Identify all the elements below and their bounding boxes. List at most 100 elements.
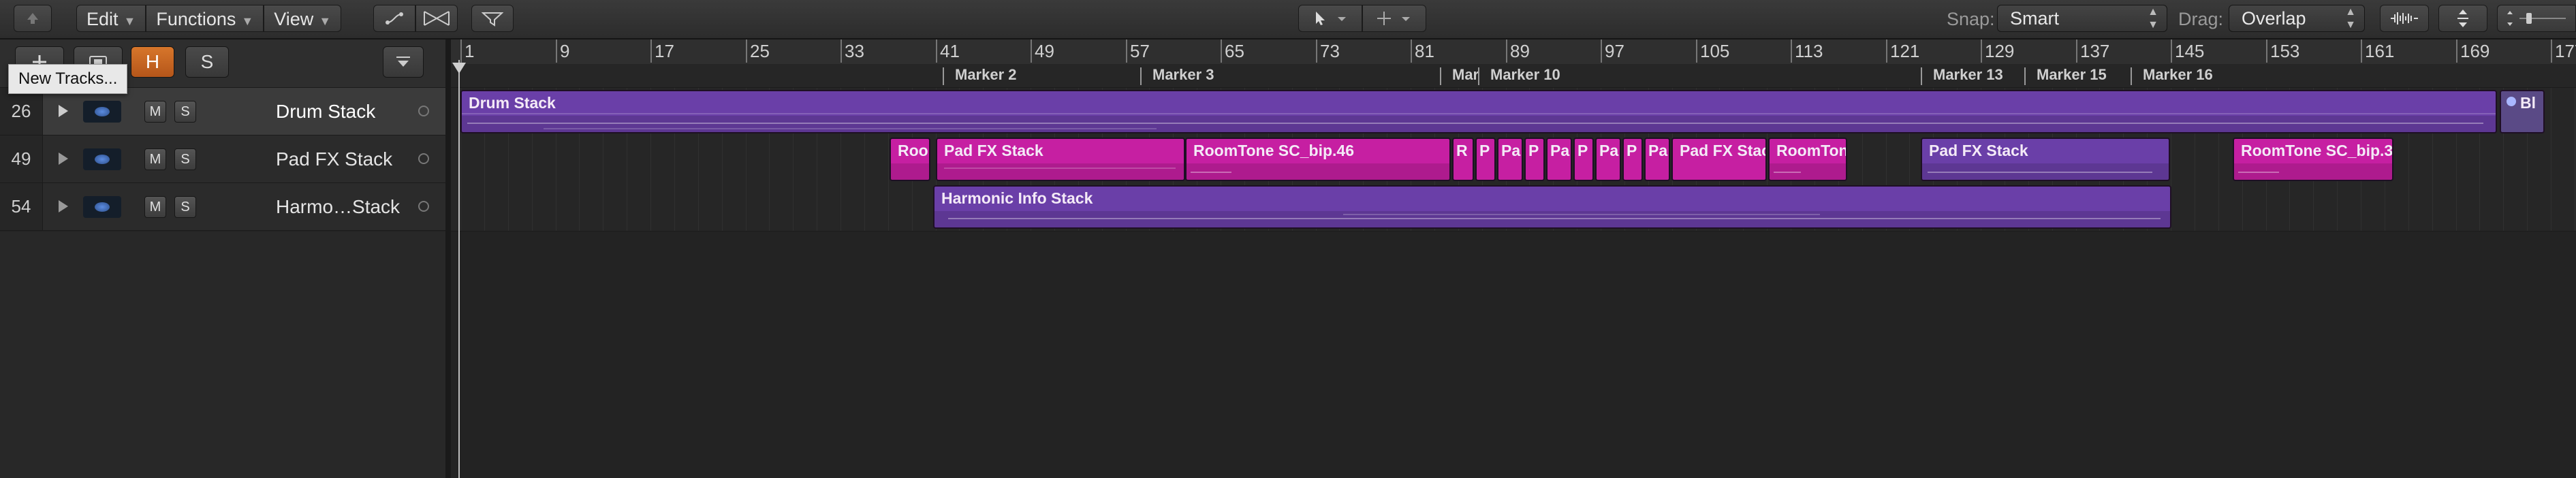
region-audio[interactable]: R xyxy=(1452,138,1474,181)
region-pad-fx-stack[interactable]: Pad FX Stac xyxy=(1671,138,1767,181)
header-divider[interactable] xyxy=(445,39,451,478)
snap-value: Smart xyxy=(2010,8,2060,29)
marker[interactable]: Marker 3 xyxy=(1140,66,1217,85)
automation-button[interactable] xyxy=(373,5,415,32)
automation-curve-icon xyxy=(374,5,415,31)
bar-number: 65 xyxy=(1225,41,1244,61)
bar-number: 105 xyxy=(1700,41,1730,61)
ruler-tick xyxy=(1601,39,1602,63)
pointer-icon xyxy=(1299,5,1362,31)
drag-label: Drag: xyxy=(2178,9,2224,29)
region-audio[interactable]: Pa xyxy=(1644,138,1670,181)
pointer-tool-button[interactable] xyxy=(1298,5,1362,32)
back-button[interactable] xyxy=(14,5,52,32)
view-menu[interactable]: View ▼ xyxy=(264,5,342,32)
flex-button[interactable] xyxy=(415,5,458,32)
region-roomtone[interactable]: RoomTone xyxy=(1768,138,1847,181)
ruler-tick xyxy=(2266,39,2267,63)
global-solo-button[interactable]: S xyxy=(185,46,229,78)
zoom-slider[interactable] xyxy=(2497,5,2576,32)
track-row-harmonic-stack[interactable]: 54 M S Harmo…Stack xyxy=(0,183,445,231)
region-name: Pa xyxy=(1648,142,1668,159)
record-enable-icon[interactable] xyxy=(418,201,429,212)
region-name: Pa xyxy=(1550,142,1570,159)
marker[interactable]: Marker 16 xyxy=(2131,66,2216,85)
edit-menu[interactable]: Edit ▼ xyxy=(76,5,146,32)
mute-button[interactable]: M xyxy=(144,101,166,123)
ruler-tick xyxy=(2076,39,2077,63)
marker[interactable]: Marker 13 xyxy=(1921,66,2006,85)
functions-menu[interactable]: Functions ▼ xyxy=(146,5,264,32)
region-audio[interactable]: Pa xyxy=(1497,138,1523,181)
playhead-triangle-icon[interactable] xyxy=(452,63,466,75)
region-audio[interactable]: P xyxy=(1475,138,1496,181)
bar-number: 113 xyxy=(1795,41,1823,61)
disclosure-triangle-icon[interactable] xyxy=(54,198,71,214)
bar-number: 121 xyxy=(1890,41,1920,61)
region-audio[interactable]: P xyxy=(1573,138,1594,181)
region-name: P xyxy=(1528,142,1539,159)
marquee-tool-button[interactable] xyxy=(1362,5,1426,32)
marker[interactable]: Marker 15 xyxy=(2024,66,2109,85)
ruler-tick xyxy=(2456,39,2457,63)
vertical-zoom-button[interactable] xyxy=(2438,5,2487,32)
record-enable-icon[interactable] xyxy=(418,153,429,164)
region-name: Pad FX Stac xyxy=(1680,142,1767,159)
track-type-icon xyxy=(83,101,121,123)
region-roomtone[interactable]: RoomTone SC_bip.46 xyxy=(1185,138,1451,181)
drag-dropdown[interactable]: Overlap ▲ ▼ xyxy=(2229,5,2365,32)
ruler-tick xyxy=(1886,39,1887,63)
region-audio[interactable]: Pa xyxy=(1546,138,1572,181)
up-arrow-icon xyxy=(14,5,51,31)
region-audio[interactable]: P xyxy=(1524,138,1545,181)
stepper-arrows-icon: ▲ ▼ xyxy=(2345,6,2356,31)
track-options-button[interactable] xyxy=(383,46,424,78)
vertical-zoom-icon xyxy=(2439,5,2487,31)
marker[interactable]: Marker 10 xyxy=(1478,66,1563,85)
playhead[interactable] xyxy=(458,60,460,478)
mute-button[interactable]: M xyxy=(144,148,166,170)
region-pad-fx-stack[interactable]: Pad FX Stack xyxy=(936,138,1185,181)
region-pad-fx-stack[interactable]: Pad FX Stack xyxy=(1921,138,2170,181)
region-audio[interactable]: Pa xyxy=(1595,138,1621,181)
track-name[interactable]: Harmo…Stack xyxy=(276,183,400,231)
region-drum-stack-end[interactable]: Bl xyxy=(2500,90,2545,133)
loop-dot-icon xyxy=(2507,97,2516,106)
track-row-drum-stack[interactable]: 26 M S Drum Stack xyxy=(0,88,445,136)
bar-number: 81 xyxy=(1415,41,1434,61)
disclosure-triangle-icon[interactable] xyxy=(54,103,71,119)
region-name: P xyxy=(1479,142,1490,159)
solo-button[interactable]: S xyxy=(174,148,196,170)
region-audio[interactable]: P xyxy=(1622,138,1643,181)
catch-filter-button[interactable] xyxy=(471,5,514,32)
arrange-area[interactable]: Drum Stack Bl Roor Pad FX Stack RoomTone… xyxy=(451,88,2576,478)
region-harmonic-info-stack[interactable]: Harmonic Info Stack xyxy=(933,185,2171,229)
region-name: Drum Stack xyxy=(469,94,556,112)
marker[interactable]: Marker 2 xyxy=(943,66,1020,85)
waveform-zoom-button[interactable] xyxy=(2380,5,2429,32)
bar-number: 145 xyxy=(2175,41,2205,61)
region-name: P xyxy=(1577,142,1588,159)
track-name[interactable]: Drum Stack xyxy=(276,88,375,136)
disclosure-triangle-icon[interactable] xyxy=(54,150,71,167)
control-bar: Edit ▼ Functions ▼ View ▼ Snap: Smart ▲ … xyxy=(0,0,2576,39)
region-audio[interactable]: Roor xyxy=(890,138,930,181)
zoom-slider-icon xyxy=(2498,5,2575,31)
region-name: Pad FX Stack xyxy=(1929,142,2028,159)
record-enable-icon[interactable] xyxy=(418,106,429,116)
solo-button[interactable]: S xyxy=(174,196,196,218)
snap-dropdown[interactable]: Smart ▲ ▼ xyxy=(1997,5,2167,32)
mute-button[interactable]: M xyxy=(144,196,166,218)
track-name[interactable]: Pad FX Stack xyxy=(276,136,392,183)
bar-ruler[interactable]: 1 9 17 25 33 41 49 57 65 73 81 89 97 105 113 121 129 137 1… xyxy=(451,39,2576,88)
solo-button[interactable]: S xyxy=(174,101,196,123)
hide-button[interactable]: H xyxy=(131,46,174,78)
track-type-icon xyxy=(83,196,121,218)
bar-number: 17 xyxy=(655,41,674,61)
ruler-tick xyxy=(1411,39,1412,63)
bar-number: 49 xyxy=(1035,41,1054,61)
region-roomtone[interactable]: RoomTone SC_bip.38 xyxy=(2233,138,2393,181)
track-row-pad-fx-stack[interactable]: 49 M S Pad FX Stack xyxy=(0,136,445,183)
ruler-tick xyxy=(1126,39,1127,63)
region-drum-stack[interactable]: Drum Stack xyxy=(460,90,2497,133)
